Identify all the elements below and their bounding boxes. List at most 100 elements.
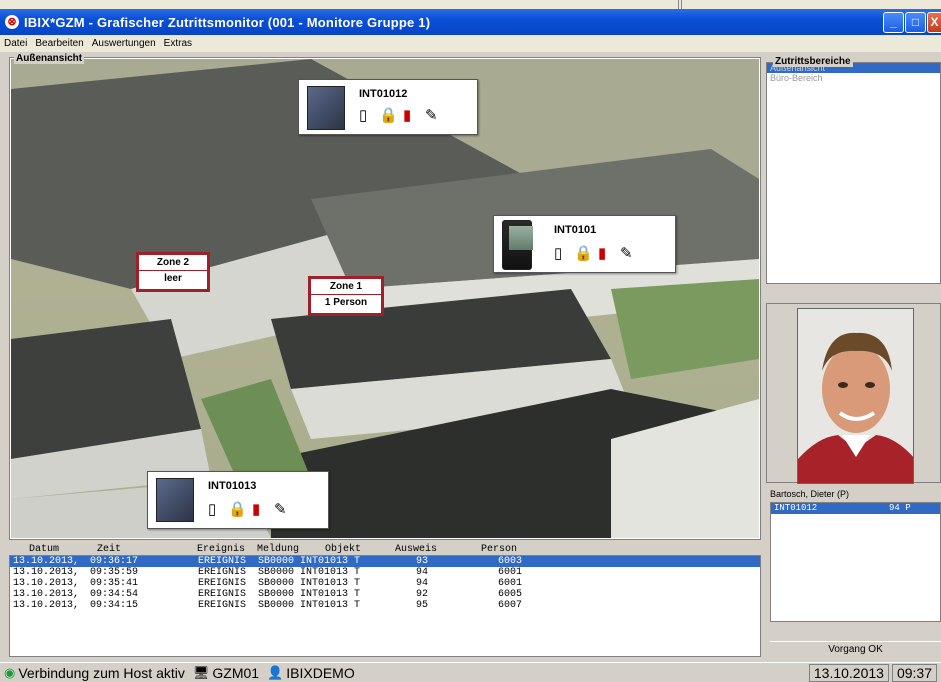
device-panel-int01012[interactable]: INT01012 ▯ 🔒 ▮ ✎ — [298, 79, 478, 135]
device-name: INT0101 — [554, 224, 597, 236]
status-bar: ◉ Verbindung zum Host aktiv 🖥 GZM01 👤 IBIXD… — [0, 662, 941, 682]
log-row[interactable]: 13.10.2013, 09:34:54 EREIGNIS SB0000 INT0101… — [10, 589, 760, 600]
log-column-header[interactable]: Ausweis — [395, 544, 437, 555]
plug-icon: ✎ — [620, 245, 633, 262]
zone-name: Zone 2 — [139, 255, 207, 271]
door-icon: ▮ — [598, 245, 607, 262]
key-card-icon: ▯ — [359, 107, 368, 124]
padlock-icon: 🔒 — [228, 501, 247, 518]
log-cell-person: 6001 — [498, 567, 523, 578]
log-column-header[interactable]: Person — [481, 544, 517, 555]
log-cell-datum: 13.10.2013, — [13, 600, 80, 611]
status-time: 09:37 — [891, 664, 937, 682]
log-cell-ereignis: EREIGNIS — [198, 556, 247, 567]
person-device-list[interactable]: INT01012 94 P — [770, 502, 941, 622]
log-column-header[interactable]: Ereignis — [197, 544, 245, 555]
tablet-terminal-icon — [502, 220, 533, 270]
log-cell-ausweis: 94 — [416, 578, 429, 589]
event-log-list[interactable]: 13.10.2013, 09:36:17 EREIGNIS SB0000 INT0101… — [9, 555, 761, 657]
person-device-row[interactable]: INT01012 94 P — [771, 503, 940, 514]
log-column-header[interactable]: Objekt — [325, 544, 361, 555]
zone-2-badge[interactable]: Zone 2 leer — [136, 252, 210, 292]
menu-extras[interactable]: Extras — [160, 38, 196, 49]
site-map-view[interactable]: INT01012 ▯ 🔒 ▮ ✎ INT0101 ▯ 🔒 ▮ ✎ INT0101… — [11, 59, 759, 538]
log-cell-objekt: INT01013 T — [300, 589, 361, 600]
log-cell-meldung: SB0000 — [258, 567, 295, 578]
padlock-icon: 🔒 — [379, 107, 398, 124]
log-row[interactable]: 13.10.2013, 09:35:41 EREIGNIS SB0000 INT0101… — [10, 578, 760, 589]
log-cell-meldung: SB0000 — [258, 556, 295, 567]
log-cell-ereignis: EREIGNIS — [198, 600, 247, 611]
log-row[interactable]: 13.10.2013, 09:36:17 EREIGNIS SB0000 INT0101… — [10, 556, 760, 567]
log-cell-zeit: 09:34:15 — [90, 600, 139, 611]
main-window: ⊗ IBIX*GZM - Grafischer Zutrittsmonitor … — [0, 0, 941, 682]
log-cell-objekt: INT01013 T — [300, 578, 361, 589]
vorgang-status: Vorgang OK — [770, 641, 941, 657]
zutrittsbereich-item[interactable]: Büro-Bereich — [767, 73, 940, 83]
log-cell-ereignis: EREIGNIS — [198, 567, 247, 578]
log-cell-meldung: SB0000 — [258, 578, 295, 589]
log-cell-ausweis: 95 — [416, 600, 429, 611]
log-cell-ereignis: EREIGNIS — [198, 589, 247, 600]
menu-datei[interactable]: Datei — [0, 38, 31, 49]
device-panel-int0101[interactable]: INT0101 ▯ 🔒 ▮ ✎ — [493, 215, 676, 273]
log-cell-zeit: 09:34:54 — [90, 589, 139, 600]
device-name: INT01013 — [208, 480, 257, 492]
menu-bearbeiten[interactable]: Bearbeiten — [31, 38, 87, 49]
app-icon[interactable]: ⊗ — [5, 15, 19, 29]
door-icon: ▮ — [403, 107, 412, 124]
desktop-strip — [0, 0, 941, 9]
plug-icon: ✎ — [425, 107, 438, 124]
log-cell-person: 6005 — [498, 589, 523, 600]
log-cell-objekt: INT01013 T — [300, 600, 361, 611]
status-station: 🖥 GZM01 — [192, 664, 260, 681]
zone-name: Zone 1 — [311, 279, 381, 295]
log-column-header[interactable]: Zeit — [97, 544, 121, 555]
log-cell-datum: 13.10.2013, — [13, 589, 80, 600]
log-row[interactable]: 13.10.2013, 09:35:59 EREIGNIS SB0000 INT0101… — [10, 567, 760, 578]
scene-label: Außenansicht — [14, 53, 85, 64]
menu-auswertungen[interactable]: Auswertungen — [88, 38, 160, 49]
log-cell-zeit: 09:35:59 — [90, 567, 139, 578]
user-icon: 👤 — [267, 664, 284, 680]
title-bar[interactable]: ⊗ IBIX*GZM - Grafischer Zutrittsmonitor … — [0, 9, 941, 35]
zone-status: 1 Person — [324, 297, 368, 308]
connection-icon: ◉ — [4, 664, 16, 680]
computer-icon: 🖥 — [192, 664, 210, 680]
log-cell-objekt: INT01013 T — [300, 556, 361, 567]
device-name: INT01012 — [359, 88, 408, 100]
zone-status: leer — [164, 273, 182, 284]
log-cell-ausweis: 94 — [416, 567, 429, 578]
log-cell-meldung: SB0000 — [258, 600, 295, 611]
log-cell-datum: 13.10.2013, — [13, 578, 80, 589]
log-cell-person: 6001 — [498, 578, 523, 589]
person-name: Bartosch, Dieter (P) — [770, 489, 850, 499]
log-cell-objekt: INT01013 T — [300, 567, 361, 578]
plug-icon: ✎ — [274, 501, 287, 518]
log-row[interactable]: 13.10.2013, 09:34:15 EREIGNIS SB0000 INT0101… — [10, 600, 760, 611]
status-date: 13.10.2013 — [808, 664, 889, 682]
log-cell-ereignis: EREIGNIS — [198, 578, 247, 589]
key-card-icon: ▯ — [208, 501, 217, 518]
log-cell-meldung: SB0000 — [258, 589, 295, 600]
log-cell-datum: 13.10.2013, — [13, 556, 80, 567]
zutrittsbereiche-list[interactable]: Außenansicht Büro-Bereich — [766, 62, 941, 284]
log-column-header[interactable]: Meldung — [257, 544, 299, 555]
log-cell-zeit: 09:35:41 — [90, 578, 139, 589]
log-cell-person: 6003 — [498, 556, 523, 567]
maximize-button[interactable]: □ — [905, 12, 926, 33]
terminal-icon — [307, 86, 345, 130]
minimize-button[interactable]: _ — [883, 12, 904, 33]
log-column-header[interactable]: Datum — [29, 544, 59, 555]
padlock-icon: 🔒 — [574, 245, 593, 262]
scene-frame: INT01012 ▯ 🔒 ▮ ✎ INT0101 ▯ 🔒 ▮ ✎ INT0101… — [9, 57, 761, 540]
device-panel-int01013[interactable]: INT01013 ▯ 🔒 ▮ ✎ — [147, 471, 329, 529]
zone-1-badge[interactable]: Zone 1 1 Person — [308, 276, 384, 316]
person-photo — [797, 308, 914, 484]
log-cell-ausweis: 93 — [416, 556, 429, 567]
terminal-icon — [156, 478, 194, 522]
close-button[interactable]: X — [927, 12, 941, 33]
key-card-icon: ▯ — [554, 245, 563, 262]
menu-bar: Datei Bearbeiten Auswertungen Extras — [0, 35, 941, 52]
log-cell-zeit: 09:36:17 — [90, 556, 139, 567]
